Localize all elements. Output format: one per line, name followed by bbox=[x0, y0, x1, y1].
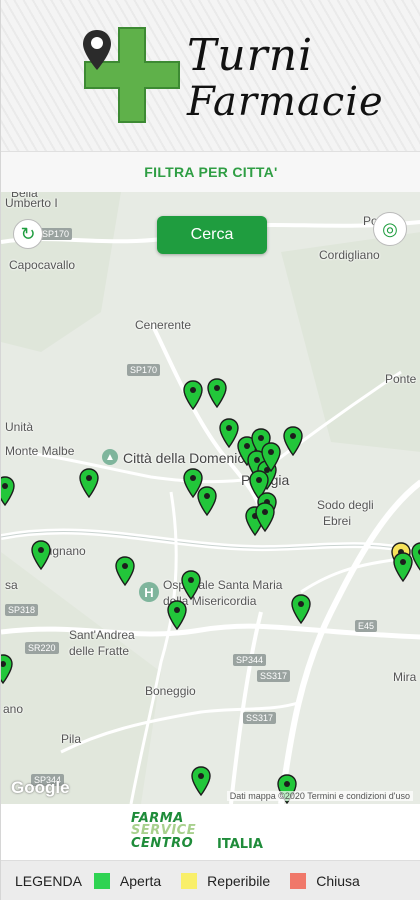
map-place: Cordigliano bbox=[319, 248, 380, 262]
legend-swatch-open bbox=[93, 872, 110, 889]
google-logo: Google bbox=[11, 778, 70, 797]
road-sign: SS317 bbox=[243, 712, 277, 724]
pharmacy-cross-logo bbox=[83, 27, 180, 123]
road-sign: SP318 bbox=[5, 604, 39, 616]
sponsor-line-3: CENTRO bbox=[131, 836, 194, 851]
poi-icon: ▲ bbox=[102, 449, 118, 465]
header: Turni Farmacie bbox=[1, 0, 420, 152]
map-place: Sodo degli bbox=[317, 498, 374, 512]
road-sign: E45 bbox=[355, 620, 378, 632]
pharmacy-pin-open[interactable] bbox=[291, 594, 311, 625]
map-place: Ponte bbox=[385, 372, 417, 386]
farma-service-logo: FARMA SERVICE CENTRO ITALIA bbox=[131, 810, 291, 854]
road-sign: SR220 bbox=[25, 642, 59, 654]
pharmacy-pin-open[interactable] bbox=[167, 600, 187, 631]
pharmacy-pin-open[interactable] bbox=[1, 654, 13, 685]
road-sign: SP170 bbox=[39, 228, 73, 240]
pharmacy-pin-open[interactable] bbox=[191, 766, 211, 797]
legend-bar: LEGENDA Aperta Reperibile Chiusa bbox=[1, 860, 420, 900]
road-sign: SS317 bbox=[257, 670, 291, 682]
filter-by-city[interactable]: FILTRA PER CITTA' bbox=[1, 152, 420, 192]
map-place: Boneggio bbox=[145, 684, 196, 698]
app-root: Turni Farmacie FILTRA PER CITTA' Bella U bbox=[0, 0, 420, 900]
pharmacy-pin-open[interactable] bbox=[79, 468, 99, 499]
sponsor-italia: ITALIA bbox=[217, 837, 263, 852]
pharmacy-pin-open[interactable] bbox=[393, 552, 413, 583]
road-sign: SP344 bbox=[233, 654, 267, 666]
legend-swatch-closed bbox=[290, 872, 307, 889]
sponsor-banner[interactable]: FARMA SERVICE CENTRO ITALIA bbox=[1, 804, 420, 860]
logo-line-2: Farmacie bbox=[187, 79, 384, 125]
legend-label-closed: Chiusa bbox=[316, 872, 360, 889]
my-location-icon[interactable]: ◎ bbox=[373, 212, 407, 246]
refresh-icon[interactable]: ↻ bbox=[13, 219, 43, 249]
legend-label-open: Aperta bbox=[119, 872, 162, 889]
pharmacy-pin-open[interactable] bbox=[411, 542, 420, 572]
pharmacy-pin-open[interactable] bbox=[207, 378, 227, 409]
map-place: Cenerente bbox=[135, 318, 192, 332]
pharmacy-pin-open[interactable] bbox=[1, 476, 15, 507]
app-logo-text: Turni Farmacie bbox=[187, 30, 384, 125]
legend-title: LEGENDA bbox=[15, 872, 82, 889]
map-place: Città della Domenica bbox=[123, 450, 253, 466]
logo-line-1: Turni bbox=[187, 30, 314, 81]
map-place: Pila bbox=[61, 732, 82, 746]
legend-item-oncall: Reperibile bbox=[181, 872, 271, 889]
pharmacy-pin-open[interactable] bbox=[255, 502, 275, 533]
map-view[interactable]: Bella Umberto I Ponte Capocavallo Cordig… bbox=[1, 192, 420, 804]
pharmacy-pin-open[interactable] bbox=[183, 380, 203, 411]
map-place: Unità bbox=[5, 420, 34, 434]
legend-item-open: Aperta bbox=[93, 872, 162, 889]
legend-label-oncall: Reperibile bbox=[207, 872, 271, 889]
hospital-icon: H bbox=[139, 582, 159, 602]
map-place: delle Fratte bbox=[69, 644, 130, 658]
map-place: ano bbox=[3, 702, 24, 716]
search-button[interactable]: Cerca bbox=[157, 216, 267, 254]
legend-item-closed: Chiusa bbox=[290, 872, 360, 889]
map-place: Ebrei bbox=[323, 514, 352, 528]
pharmacy-pin-open[interactable] bbox=[181, 570, 201, 601]
pharmacy-pin-open[interactable] bbox=[219, 418, 239, 449]
pharmacy-pin-open[interactable] bbox=[283, 426, 303, 457]
map-place: Umberto I bbox=[5, 196, 58, 210]
map-attribution[interactable]: Dati mappa ©2020 Termini e condizioni d'… bbox=[226, 791, 413, 801]
legend-swatch-oncall bbox=[181, 872, 198, 889]
filter-by-city-label: FILTRA PER CITTA' bbox=[144, 164, 278, 180]
map-place: Sant'Andrea bbox=[69, 628, 135, 642]
pharmacy-pin-open[interactable] bbox=[261, 442, 281, 473]
pharmacy-pin-open[interactable] bbox=[115, 556, 135, 587]
map-place: Capocavallo bbox=[9, 258, 76, 272]
map-place: Mira bbox=[393, 670, 417, 684]
pharmacy-pin-open[interactable] bbox=[197, 486, 217, 517]
road-sign: SP170 bbox=[127, 364, 161, 376]
pharmacy-pin-open[interactable] bbox=[31, 540, 51, 571]
map-place: sa bbox=[5, 578, 18, 592]
map-place: Monte Malbe bbox=[5, 444, 75, 458]
